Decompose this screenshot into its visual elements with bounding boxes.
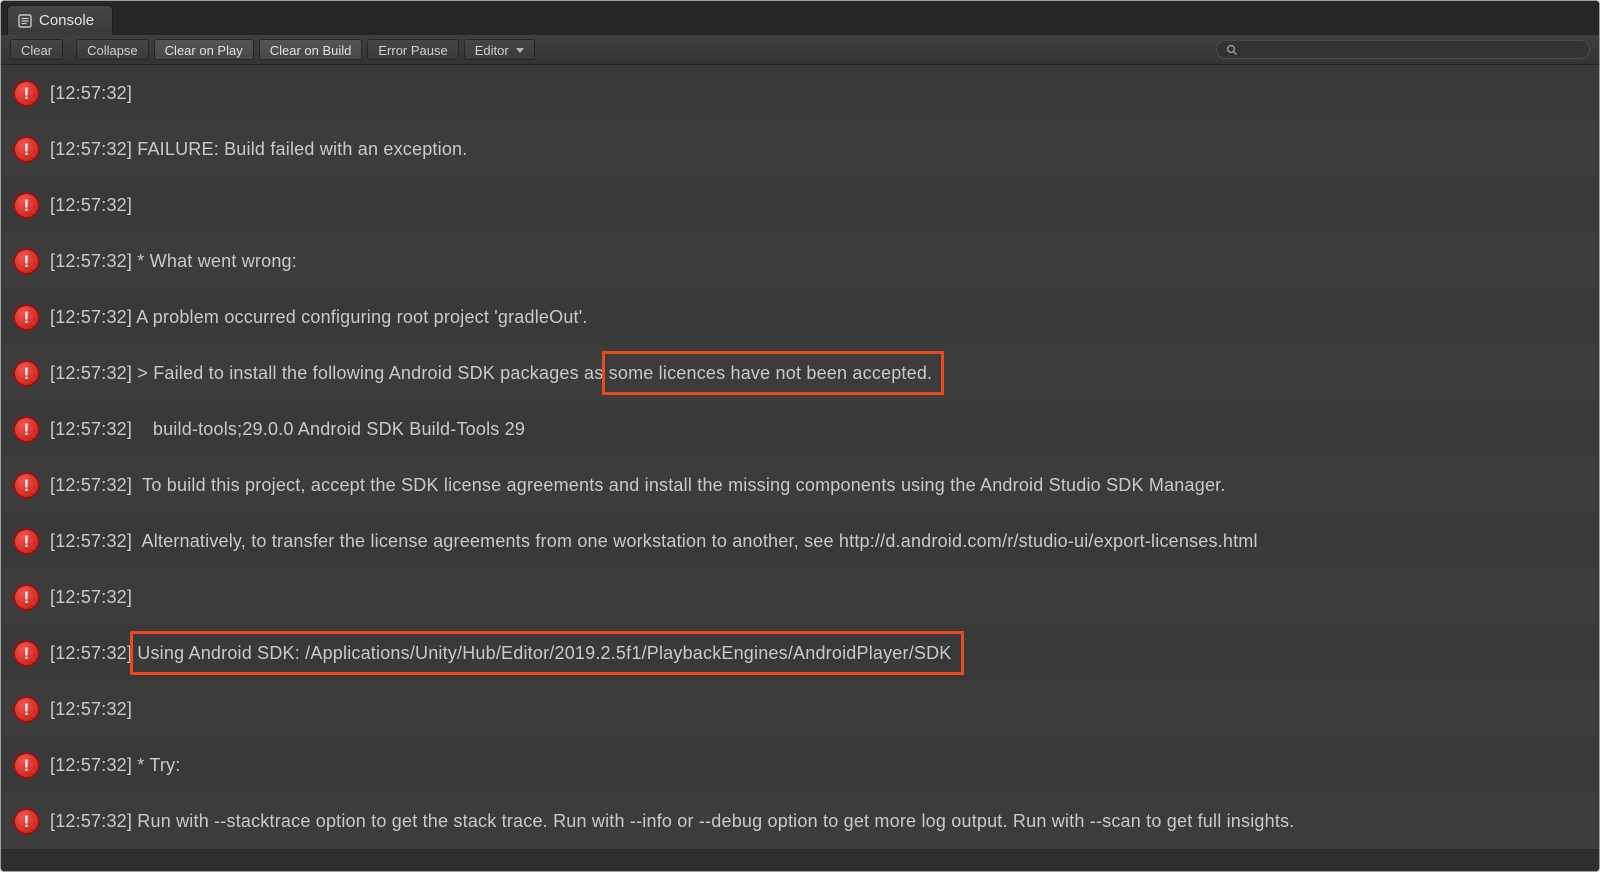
console-entry[interactable]: ! [12:57:32] FAILURE: Build failed with …: [1, 121, 1599, 177]
console-entry[interactable]: ! [12:57:32]: [1, 65, 1599, 121]
error-icon: !: [13, 136, 40, 163]
tab-bar: Console: [1, 1, 1599, 35]
error-icon: !: [13, 360, 40, 387]
entry-text: [12:57:32]: [50, 195, 132, 216]
error-icon: !: [13, 696, 40, 723]
tab-console[interactable]: Console: [7, 5, 113, 35]
error-icon: !: [13, 584, 40, 611]
error-icon: !: [13, 416, 40, 443]
toolbar-buttons: Clear CollapseClear on PlayClear on Build…: [10, 39, 459, 60]
entry-text: [12:57:32] Using Android SDK: /Applicati…: [50, 643, 952, 664]
error-icon: !: [13, 472, 40, 499]
error-icon: !: [13, 640, 40, 667]
entry-highlight: Using Android SDK: /Applications/Unity/H…: [137, 643, 951, 663]
entry-text: [12:57:32] * What went wrong:: [50, 251, 297, 272]
toolbar-button-error-pause[interactable]: Error Pause: [367, 39, 458, 60]
console-entry[interactable]: ! [12:57:32] * Try:: [1, 737, 1599, 793]
toolbar-button-clear-on-build[interactable]: Clear on Build: [259, 39, 363, 60]
toolbar: Clear CollapseClear on PlayClear on Build…: [1, 35, 1599, 65]
entry-text: [12:57:32] build-tools;29.0.0 Android SD…: [50, 419, 525, 440]
error-icon: !: [13, 80, 40, 107]
entry-text: [12:57:32] To build this project, accept…: [50, 475, 1226, 496]
console-list: ! [12:57:32] ! [12:57:32] FAILURE: Build…: [1, 65, 1599, 849]
entry-time: [12:57:32]: [50, 363, 132, 383]
error-icon: !: [13, 528, 40, 555]
entry-pre: * What went wrong:: [132, 251, 297, 271]
console-entry[interactable]: ! [12:57:32] To build this project, acce…: [1, 457, 1599, 513]
entry-time: [12:57:32]: [50, 475, 132, 495]
entry-pre: * Try:: [132, 755, 180, 775]
console-entry[interactable]: ! [12:57:32] Using Android SDK: /Applica…: [1, 625, 1599, 681]
entry-time: [12:57:32]: [50, 811, 132, 831]
entry-time: [12:57:32]: [50, 139, 132, 159]
entry-pre: Alternatively, to transfer the license a…: [132, 531, 1258, 551]
error-icon: !: [13, 808, 40, 835]
entry-text: [12:57:32] * Try:: [50, 755, 180, 776]
entry-time: [12:57:32]: [50, 307, 132, 327]
console-entry[interactable]: ! [12:57:32]: [1, 681, 1599, 737]
editor-dropdown[interactable]: Editor: [464, 39, 535, 60]
entry-text: [12:57:32] A problem occurred configurin…: [50, 307, 588, 328]
console-entry[interactable]: ! [12:57:32] Run with --stacktrace optio…: [1, 793, 1599, 849]
entry-time: [12:57:32]: [50, 643, 132, 663]
console-entry[interactable]: ! [12:57:32] Alternatively, to transfer …: [1, 513, 1599, 569]
error-icon: !: [13, 248, 40, 275]
entry-pre: build-tools;29.0.0 Android SDK Build-Too…: [132, 419, 525, 439]
console-entry[interactable]: ! [12:57:32] * What went wrong:: [1, 233, 1599, 289]
entry-time: [12:57:32]: [50, 83, 132, 103]
entry-text: [12:57:32] FAILURE: Build failed with an…: [50, 139, 467, 160]
entry-text: [12:57:32]: [50, 83, 132, 104]
entry-text: [12:57:32]: [50, 699, 132, 720]
entry-time: [12:57:32]: [50, 699, 132, 719]
error-icon: !: [13, 752, 40, 779]
entry-time: [12:57:32]: [50, 419, 132, 439]
entry-highlight: some licences have not been accepted.: [609, 363, 933, 383]
entry-time: [12:57:32]: [50, 531, 132, 551]
console-entry[interactable]: ! [12:57:32]: [1, 569, 1599, 625]
console-window: Console Clear CollapseClear on PlayClear …: [0, 0, 1600, 872]
entry-pre: A problem occurred configuring root proj…: [132, 307, 588, 327]
console-entry[interactable]: ! [12:57:32]: [1, 177, 1599, 233]
entry-pre: Run with --stacktrace option to get the …: [132, 811, 1294, 831]
entry-text: [12:57:32]: [50, 587, 132, 608]
console-entry[interactable]: ! [12:57:32] build-tools;29.0.0 Android …: [1, 401, 1599, 457]
entry-time: [12:57:32]: [50, 195, 132, 215]
bottom-strip: [1, 849, 1599, 872]
tab-label: Console: [39, 12, 94, 29]
chevron-down-icon: [516, 48, 524, 53]
toolbar-button-clear-on-play[interactable]: Clear on Play: [154, 39, 254, 60]
entry-text: [12:57:32] Run with --stacktrace option …: [50, 811, 1294, 832]
console-icon: [18, 14, 32, 28]
entry-text: [12:57:32] Alternatively, to transfer th…: [50, 531, 1258, 552]
entry-pre: > Failed to install the following Androi…: [132, 363, 609, 383]
entry-time: [12:57:32]: [50, 755, 132, 775]
search-input[interactable]: [1244, 41, 1580, 58]
entry-pre: To build this project, accept the SDK li…: [132, 475, 1225, 495]
error-icon: !: [13, 304, 40, 331]
toolbar-button-collapse[interactable]: Collapse: [76, 39, 149, 60]
search-box[interactable]: [1216, 40, 1590, 59]
error-icon: !: [13, 192, 40, 219]
console-entry[interactable]: ! [12:57:32] > Failed to install the fol…: [1, 345, 1599, 401]
entry-pre: FAILURE: Build failed with an exception.: [132, 139, 467, 159]
entry-time: [12:57:32]: [50, 587, 132, 607]
toolbar-button-clear[interactable]: Clear: [10, 39, 63, 60]
entry-time: [12:57:32]: [50, 251, 132, 271]
search-icon[interactable]: [1226, 44, 1238, 56]
editor-dropdown-label: Editor: [475, 41, 509, 60]
entry-text: [12:57:32] > Failed to install the follo…: [50, 363, 932, 384]
console-entry[interactable]: ! [12:57:32] A problem occurred configur…: [1, 289, 1599, 345]
